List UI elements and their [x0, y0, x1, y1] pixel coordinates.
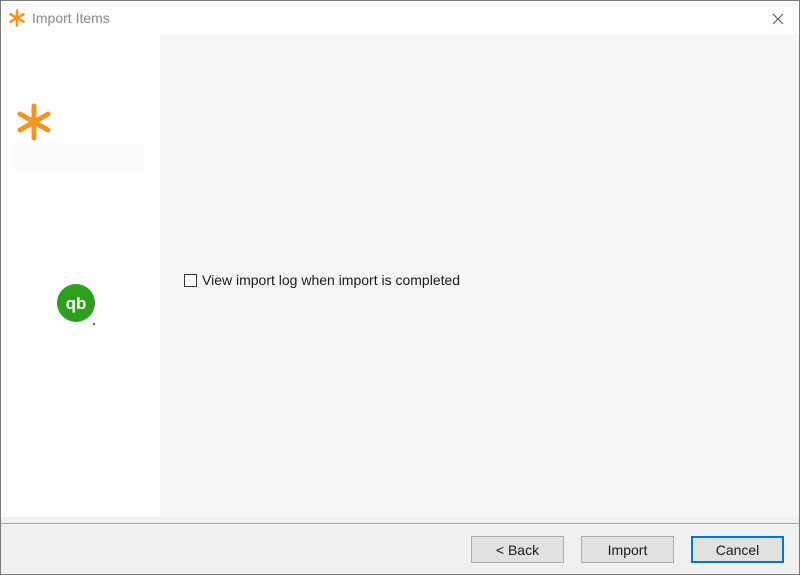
footer-bar — [1, 517, 799, 574]
quickbooks-logo-icon: qb — [57, 284, 96, 326]
import-button[interactable]: Import — [581, 536, 674, 563]
view-log-checkbox-label[interactable]: View import log when import is completed — [202, 272, 460, 288]
window-title: Import Items — [32, 10, 110, 26]
cancel-button[interactable]: Cancel — [691, 536, 784, 563]
title-bar: Import Items — [1, 1, 799, 35]
sidebar-panel: qb — [1, 35, 160, 517]
brand-placeholder — [13, 143, 145, 171]
import-items-dialog: Import Items qb View import log when imp — [0, 0, 800, 575]
main-content: View import log when import is completed — [160, 35, 799, 517]
orange-asterisk-logo-icon — [17, 103, 51, 141]
close-button[interactable] — [767, 8, 789, 30]
asterisk-logo-icon — [9, 9, 25, 27]
footer-divider — [1, 523, 799, 525]
back-button[interactable]: < Back — [471, 536, 564, 563]
close-icon — [772, 13, 784, 25]
quickbooks-logo-text: qb — [66, 294, 87, 313]
view-log-checkbox-row[interactable]: View import log when import is completed — [184, 272, 460, 288]
view-log-checkbox[interactable] — [184, 273, 197, 287]
